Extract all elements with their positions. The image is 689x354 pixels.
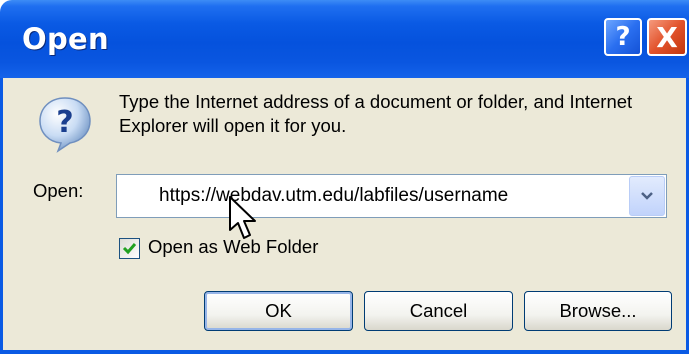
question-icon: ? [39,97,91,153]
open-label: Open: [33,180,84,201]
web-folder-checkbox[interactable] [119,238,140,259]
ok-button[interactable]: OK [204,291,353,331]
browse-button[interactable]: Browse... [524,291,672,331]
address-dropdown-button[interactable] [629,176,665,216]
help-icon: ? [615,22,631,52]
window-title: Open [22,22,109,56]
close-button[interactable]: X [647,18,687,56]
cancel-button[interactable]: Cancel [364,291,513,331]
close-icon: X [656,20,678,54]
web-folder-checkbox-label[interactable]: Open as Web Folder [148,236,318,258]
help-button[interactable]: ? [604,18,642,56]
checkmark-icon [122,243,137,255]
address-combobox[interactable] [116,174,667,218]
chevron-down-icon [641,192,653,200]
dialog-description: Type the Internet address of a document … [119,91,633,136]
window-border [0,350,689,354]
svg-text:?: ? [56,105,73,140]
open-dialog-window: Open ? X ? Type the Internet address of … [0,0,689,354]
title-bar[interactable]: Open ? X [0,0,689,78]
address-input[interactable] [117,175,627,217]
